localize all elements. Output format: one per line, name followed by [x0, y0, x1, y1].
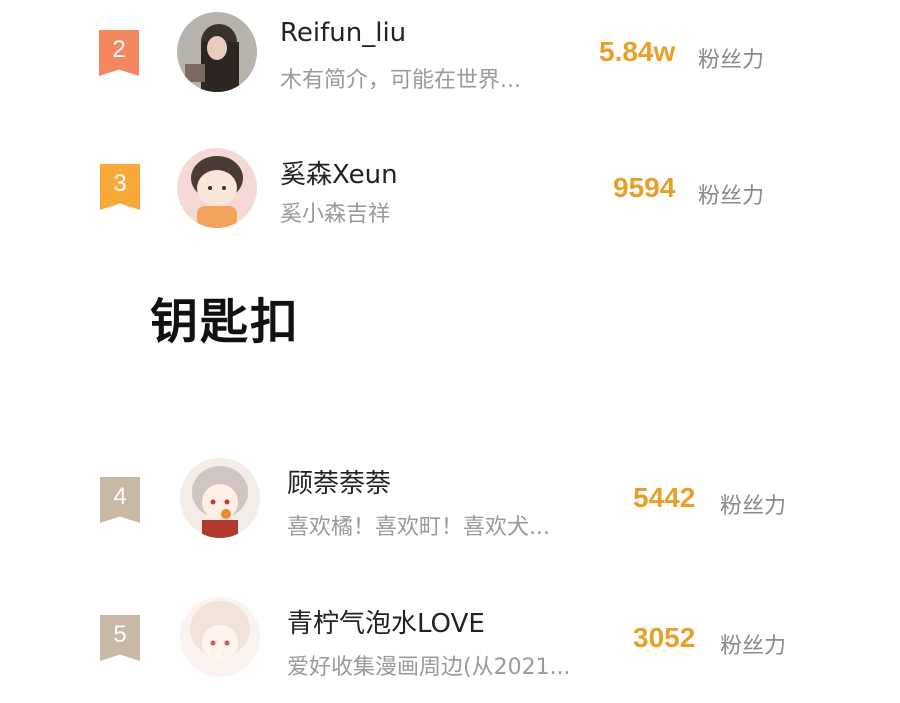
rank-badge: 5: [100, 615, 140, 661]
user-name[interactable]: 顾萘萘萘: [287, 463, 391, 500]
fan-count: 5442: [633, 482, 696, 513]
avatar[interactable]: [180, 458, 260, 538]
user-bio: 喜欢橘！喜欢町！喜欢犬...: [287, 515, 550, 540]
avatar-anime-girl-icon: [180, 458, 260, 538]
fan-unit-label: 粉丝力: [720, 494, 787, 519]
user-name[interactable]: 奚森Xeun: [280, 154, 398, 191]
fan-count: 5.84w: [599, 36, 676, 67]
avatar-photo-icon: [177, 12, 257, 92]
avatar-cartoon-icon: [177, 148, 257, 228]
user-name[interactable]: Reifun_liu: [280, 18, 406, 48]
user-name[interactable]: 青柠气泡水LOVE: [287, 603, 485, 640]
avatar[interactable]: [177, 12, 257, 92]
ranking-row[interactable]: 3 奚森Xeun 奚小森吉祥 9594 粉丝力: [0, 140, 900, 240]
section-heading: 钥匙扣: [150, 294, 301, 350]
rank-badge: 2: [99, 30, 139, 76]
avatar[interactable]: [177, 148, 257, 228]
fan-count: 3052: [633, 622, 696, 653]
rank-badge: 3: [100, 164, 140, 210]
avatar-anime-boy-icon: [180, 597, 260, 677]
ranking-row[interactable]: 5 青柠气泡水LOVE 爱好收集漫画周边(从2021... 3052 粉丝力: [0, 595, 900, 695]
ranking-row[interactable]: 4 顾萘萘萘 喜欢橘！喜欢町！喜欢犬... 5442 粉丝力: [0, 455, 900, 555]
user-bio: 木有简介，可能在世界...: [280, 68, 521, 93]
fan-unit-label: 粉丝力: [698, 48, 765, 73]
avatar[interactable]: [180, 597, 260, 677]
ranking-row[interactable]: 2 Reifun_liu 木有简介，可能在世界... 5.84w 粉丝力: [0, 0, 900, 100]
user-bio: 奚小森吉祥: [280, 202, 391, 227]
rank-badge: 4: [100, 477, 140, 523]
fan-unit-label: 粉丝力: [698, 184, 765, 209]
fan-unit-label: 粉丝力: [720, 634, 787, 659]
user-bio: 爱好收集漫画周边(从2021...: [287, 655, 571, 680]
fan-count: 9594: [613, 172, 676, 203]
